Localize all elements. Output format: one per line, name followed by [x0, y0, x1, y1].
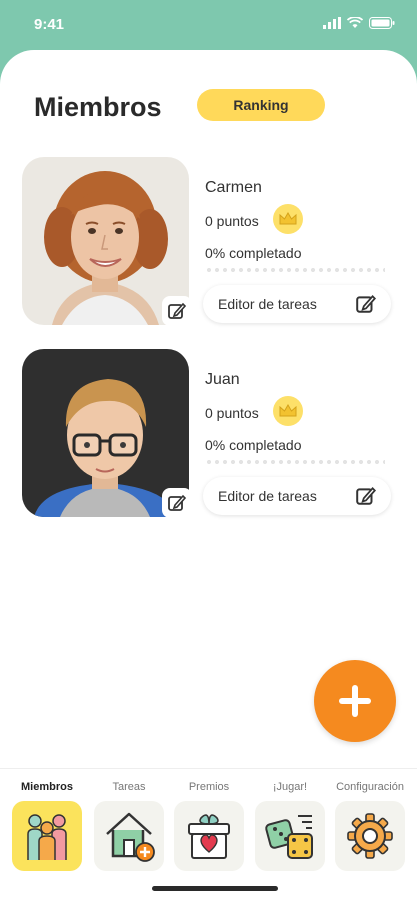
house-add-icon	[94, 801, 164, 871]
tab-tasks-label: Tareas	[112, 781, 146, 793]
battery-icon	[369, 17, 395, 29]
status-time: 9:41	[34, 16, 65, 33]
member-completed: 0% completado	[205, 437, 302, 453]
status-icons	[323, 17, 395, 29]
member-progress	[205, 459, 385, 465]
edit-photo-button[interactable]	[162, 488, 192, 518]
task-editor-button[interactable]: Editor de tareas	[203, 477, 391, 515]
member-name: Carmen	[205, 179, 262, 196]
home-indicator	[152, 886, 278, 891]
task-editor-label: Editor de tareas	[218, 296, 317, 312]
tab-rewards[interactable]: Premios	[168, 781, 250, 871]
tab-settings[interactable]: Configuración	[329, 781, 411, 871]
member-name: Juan	[205, 371, 240, 388]
signal-icon	[323, 17, 341, 29]
page-title: Miembros	[34, 92, 162, 122]
gift-heart-icon	[174, 801, 244, 871]
member-card: Carmen 0 puntos 0% completado Editor de …	[22, 157, 402, 326]
task-editor-label: Editor de tareas	[218, 488, 317, 504]
tab-play-label: ¡Jugar!	[272, 781, 308, 793]
member-card: Juan 0 puntos 0% completado Editor de ta…	[22, 349, 402, 518]
edit-icon	[168, 494, 187, 511]
wifi-icon	[347, 17, 363, 28]
crown-icon	[273, 204, 303, 234]
gear-icon	[335, 801, 405, 871]
edit-icon	[356, 487, 377, 505]
member-completed: 0% completado	[205, 245, 302, 261]
edit-photo-button[interactable]	[162, 296, 192, 326]
tab-tasks[interactable]: Tareas	[88, 781, 170, 871]
family-icon	[12, 801, 82, 871]
member-points: 0 puntos	[205, 213, 259, 229]
member-progress	[205, 267, 385, 273]
bottom-tab-bar: Miembros Tareas Premios ¡Jugar! Configur…	[0, 768, 417, 900]
member-points: 0 puntos	[205, 405, 259, 421]
tab-members[interactable]: Miembros	[6, 781, 88, 871]
tab-rewards-label: Premios	[188, 781, 230, 793]
tab-members-label: Miembros	[21, 781, 73, 793]
dice-icon	[255, 801, 325, 871]
ranking-button[interactable]: Ranking	[197, 89, 325, 121]
crown-icon	[273, 396, 303, 426]
add-member-button[interactable]	[314, 660, 396, 742]
tab-settings-label: Configuración	[336, 781, 404, 793]
edit-icon	[356, 295, 377, 313]
task-editor-button[interactable]: Editor de tareas	[203, 285, 391, 323]
plus-icon	[339, 685, 371, 717]
edit-icon	[168, 302, 187, 319]
tab-play[interactable]: ¡Jugar!	[249, 781, 331, 871]
